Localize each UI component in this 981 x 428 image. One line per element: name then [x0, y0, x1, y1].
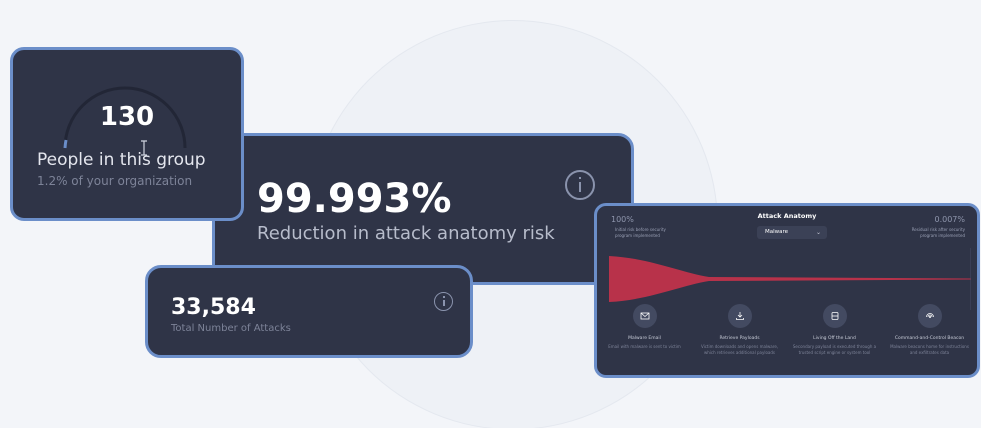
terminal-icon [831, 312, 838, 320]
people-label: People in this group [37, 150, 206, 170]
stage-desc: Malware beacons home for instructions an… [890, 344, 969, 355]
stage-title: Living Off the Land [813, 336, 856, 341]
attack-type-value: Malware [765, 229, 789, 235]
stage-command-and-control: Command-and-Control Beacon Malware beaco… [882, 304, 977, 356]
attack-stages: Malware Email Email with malware is sent… [597, 304, 977, 356]
total-attacks-label: Total Number of Attacks [171, 323, 291, 334]
stage-desc: Victim downloads and opens malware, whic… [700, 344, 779, 355]
stage-title: Retrieve Payloads [719, 336, 760, 341]
stage-malware-email: Malware Email Email with malware is sent… [597, 304, 692, 356]
people-count: 130 [99, 102, 155, 132]
people-sublabel: 1.2% of your organization [37, 174, 193, 188]
total-attacks-value: 33,584 [171, 295, 256, 320]
residual-risk-note: Residual risk after security program imp… [911, 227, 965, 238]
chevron-down-icon: ⌄ [815, 229, 821, 236]
risk-funnel-chart [609, 248, 971, 310]
signal-icon [925, 313, 934, 318]
risk-reduction-label: Reduction in attack anatomy risk [257, 223, 555, 244]
stage-desc: Email with malware is sent to victim [608, 344, 681, 349]
attack-type-select[interactable]: Malware ⌄ [757, 226, 827, 239]
residual-risk-pct: 0.007% [934, 215, 965, 224]
download-icon [735, 312, 744, 320]
stage-living-off-the-land: Living Off the Land Secondary payload is… [787, 304, 882, 356]
stage-desc: Secondary payload is executed through a … [792, 344, 877, 355]
stage-retrieve-payloads: Retrieve Payloads Victim downloads and o… [692, 304, 787, 356]
mail-icon [640, 312, 649, 320]
info-icon[interactable] [565, 170, 595, 200]
stage-title: Command-and-Control Beacon [894, 336, 965, 341]
anatomy-title: Attack Anatomy [757, 212, 817, 220]
total-attacks-card: 33,584 Total Number of Attacks [145, 265, 473, 358]
attack-anatomy-card: Attack Anatomy 100% 0.007% Initial risk … [594, 203, 980, 378]
initial-risk-note: Initial risk before security program imp… [615, 227, 666, 238]
stage-title: Malware Email [628, 336, 661, 341]
risk-reduction-card: 99.993% Reduction in attack anatomy risk [212, 133, 634, 285]
initial-risk-pct: 100% [611, 215, 634, 224]
info-icon[interactable] [434, 292, 453, 311]
risk-funnel-shape [609, 256, 971, 302]
risk-reduction-value: 99.993% [257, 176, 452, 222]
people-card: 130 People in this group 1.2% of your or… [10, 47, 244, 221]
